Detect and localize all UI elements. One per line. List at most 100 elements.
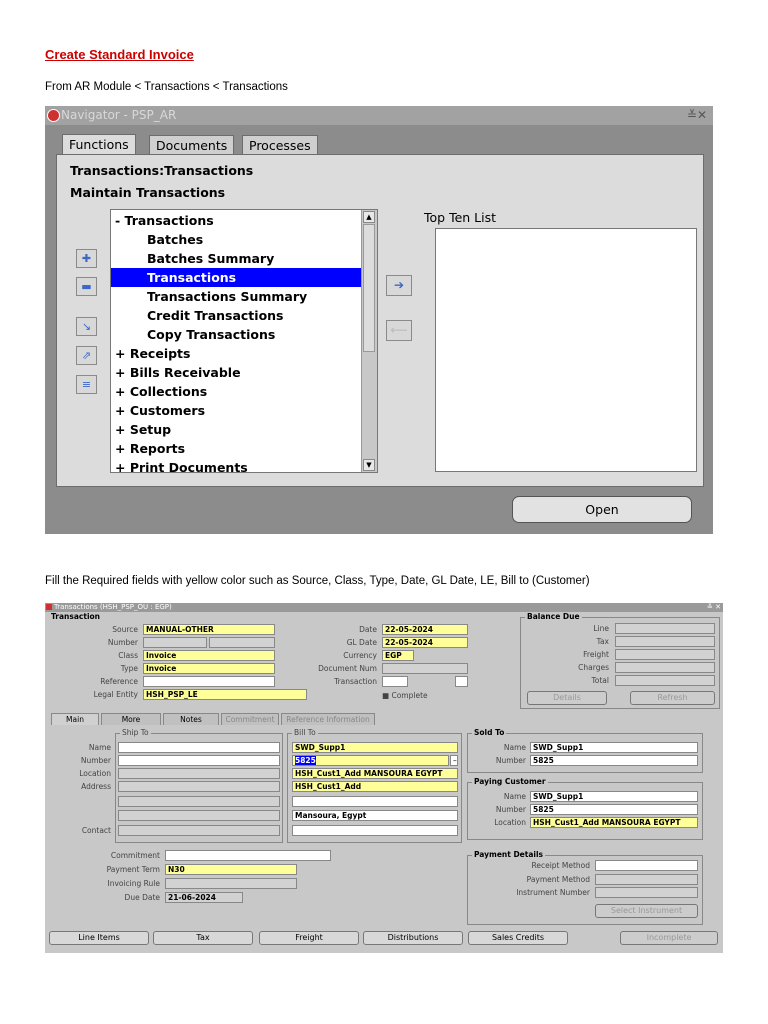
list-item[interactable]: Transactions Summary xyxy=(111,287,367,306)
paying-location-field[interactable]: HSH_Cust1_Add MANSOURA EGYPT xyxy=(530,817,698,828)
list-item[interactable]: Batches Summary xyxy=(111,249,367,268)
freight-label: Freight xyxy=(583,650,609,659)
paying-name-field[interactable]: SWD_Supp1 xyxy=(530,791,698,802)
due-date-field[interactable]: 21-06-2024 xyxy=(165,892,243,903)
window-controls-icon[interactable]: ≚✕ xyxy=(687,106,707,125)
open-button[interactable]: Open xyxy=(512,496,692,523)
form-titlebar: Transactions (HSH_PSP_OU : EGP) ≚ ✕ xyxy=(45,603,723,612)
tab-more[interactable]: More xyxy=(101,713,161,725)
details-button[interactable]: Details xyxy=(527,691,607,705)
bill-number-lov-icon[interactable]: – xyxy=(450,755,458,766)
navigator-titlebar: Navigator - PSP_AR ≚✕ xyxy=(45,106,713,125)
number-field[interactable] xyxy=(143,637,207,648)
tab-notes[interactable]: Notes xyxy=(163,713,219,725)
ship-contact-field[interactable] xyxy=(118,825,280,836)
list-item[interactable]: + Receipts xyxy=(111,344,367,363)
tab-processes[interactable]: Processes xyxy=(242,135,318,155)
sold-name-field[interactable]: SWD_Supp1 xyxy=(530,742,698,753)
date-field[interactable]: 22-05-2024 xyxy=(382,624,468,635)
gl-date-field[interactable]: 22-05-2024 xyxy=(382,637,468,648)
transaction-label: Transaction xyxy=(334,677,377,686)
number-suffix-field[interactable] xyxy=(209,637,275,648)
list-item[interactable]: Copy Transactions xyxy=(111,325,367,344)
ship-location-field[interactable] xyxy=(118,768,280,779)
payment-method-field[interactable] xyxy=(595,874,698,885)
tax-button[interactable]: Tax xyxy=(153,931,253,945)
ship-number-field[interactable] xyxy=(118,755,280,766)
tab-commitment[interactable]: Commitment xyxy=(221,713,279,725)
line-items-button[interactable]: Line Items xyxy=(49,931,149,945)
tab-documents[interactable]: Documents xyxy=(149,135,235,155)
tab-functions[interactable]: Functions xyxy=(62,134,136,156)
navigator-title: Navigator - PSP_AR xyxy=(61,108,177,122)
list-item[interactable]: Batches xyxy=(111,230,367,249)
line-amount-field xyxy=(615,623,715,634)
paying-number-field[interactable]: 5825 xyxy=(530,804,698,815)
ship-name-field[interactable] xyxy=(118,742,280,753)
remove-icon[interactable]: ▬ xyxy=(76,277,97,296)
list-item-selected[interactable]: Transactions xyxy=(111,268,367,287)
top-ten-list[interactable] xyxy=(435,228,697,472)
list-item[interactable]: + Customers xyxy=(111,401,367,420)
instrument-number-field[interactable] xyxy=(595,887,698,898)
collapse-all-icon[interactable]: ≡ xyxy=(76,375,97,394)
refresh-button[interactable]: Refresh xyxy=(630,691,715,705)
distributions-button[interactable]: Distributions xyxy=(363,931,463,945)
transaction-field[interactable] xyxy=(382,676,408,687)
gl-date-label: GL Date xyxy=(346,638,377,647)
ship-address-line-2 xyxy=(118,796,280,807)
reference-field[interactable] xyxy=(143,676,275,687)
list-item[interactable]: + Bills Receivable xyxy=(111,363,367,382)
charges-amount-field xyxy=(615,662,715,673)
payment-term-field[interactable]: N30 xyxy=(165,864,297,875)
receipt-method-field[interactable] xyxy=(595,860,698,871)
ship-number-label: Number xyxy=(80,756,111,765)
ship-name-label: Name xyxy=(88,743,111,752)
sold-number-field[interactable]: 5825 xyxy=(530,755,698,766)
sales-credits-button[interactable]: Sales Credits xyxy=(468,931,568,945)
list-item[interactable]: Credit Transactions xyxy=(111,306,367,325)
incomplete-button[interactable]: Incomplete xyxy=(620,931,718,945)
bill-number-field[interactable]: 5825 xyxy=(292,755,449,766)
list-item[interactable]: + Reports xyxy=(111,439,367,458)
source-field[interactable]: MANUAL-OTHER xyxy=(143,624,275,635)
sold-number-label: Number xyxy=(495,756,526,765)
class-select[interactable]: Invoice xyxy=(143,650,275,661)
form-title: Transactions (HSH_PSP_OU : EGP) xyxy=(54,603,172,611)
expand-all-icon[interactable]: ⇗ xyxy=(76,346,97,365)
complete-checkbox[interactable]: ■ Complete xyxy=(382,691,428,700)
bill-address-line-1: HSH_Cust1_Add xyxy=(292,781,458,792)
bill-name-field[interactable]: SWD_Supp1 xyxy=(292,742,458,753)
legal-entity-field[interactable]: HSH_PSP_LE xyxy=(143,689,307,700)
instrument-number-label: Instrument Number xyxy=(516,888,590,897)
list-item[interactable]: + Print Documents xyxy=(111,458,367,472)
list-item[interactable]: + Collections xyxy=(111,382,367,401)
commitment-field[interactable] xyxy=(165,850,331,861)
line-label: Line xyxy=(593,624,609,633)
tab-reference-information[interactable]: Reference Information xyxy=(281,713,375,725)
window-controls-icon[interactable]: ≚ ✕ xyxy=(707,603,721,612)
list-scrollbar[interactable]: ▲ ▼ xyxy=(361,210,377,472)
document-num-field[interactable] xyxy=(382,663,468,674)
select-instrument-button[interactable]: Select Instrument xyxy=(595,904,698,918)
tab-main[interactable]: Main xyxy=(51,713,99,725)
scroll-down-icon[interactable]: ▼ xyxy=(363,459,375,471)
bill-contact-field[interactable] xyxy=(292,825,458,836)
transaction-flag-field[interactable] xyxy=(455,676,468,687)
invoicing-rule-select[interactable] xyxy=(165,878,297,889)
currency-field[interactable]: EGP xyxy=(382,650,414,661)
scroll-up-icon[interactable]: ▲ xyxy=(363,211,375,223)
scroll-thumb[interactable] xyxy=(363,224,375,352)
function-list[interactable]: - Transactions Batches Batches Summary T… xyxy=(110,209,378,473)
expand-branch-icon[interactable]: ↘ xyxy=(76,317,97,336)
type-field[interactable]: Invoice xyxy=(143,663,275,674)
add-to-top-ten-icon[interactable]: ➔ xyxy=(386,275,412,296)
paying-number-label: Number xyxy=(495,805,526,814)
list-item[interactable]: - Transactions xyxy=(111,211,367,230)
bill-location-field[interactable]: HSH_Cust1_Add MANSOURA EGYPT xyxy=(292,768,458,779)
add-icon[interactable]: ✚ xyxy=(76,249,97,268)
navigator-window: Navigator - PSP_AR ≚✕ Functions Document… xyxy=(45,106,713,534)
freight-button[interactable]: Freight xyxy=(259,931,359,945)
list-item[interactable]: + Setup xyxy=(111,420,367,439)
freight-amount-field xyxy=(615,649,715,660)
